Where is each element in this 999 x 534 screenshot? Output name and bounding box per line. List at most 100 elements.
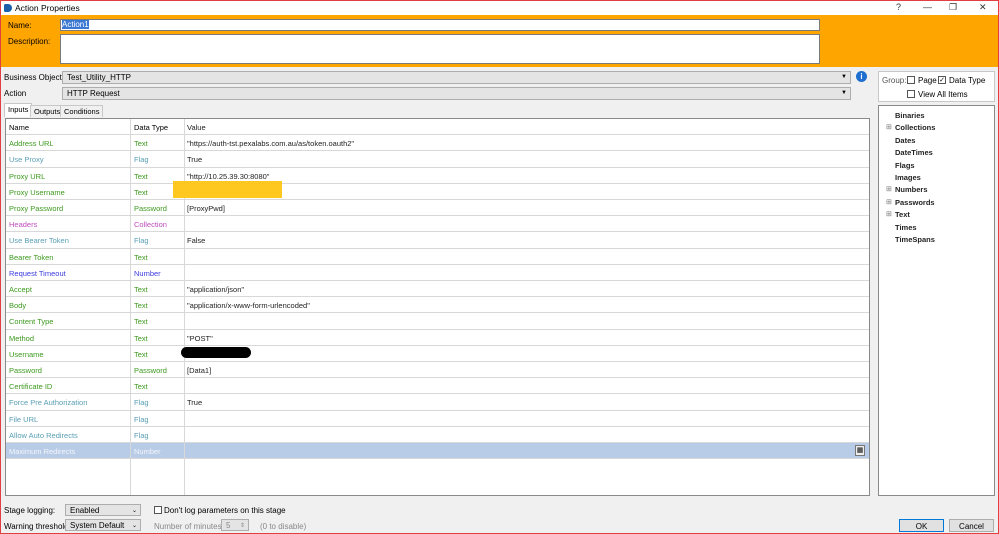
chevron-down-icon: ⌄ [131, 523, 137, 529]
group-label: Group: [882, 76, 907, 85]
tree-item[interactable]: TimeSpans [895, 235, 935, 244]
help-button[interactable]: ? [896, 2, 901, 12]
tree-item[interactable]: Numbers [895, 185, 928, 194]
table-row[interactable]: Use Proxy Flag True [6, 151, 869, 168]
table-row[interactable]: Headers Collection [6, 216, 869, 233]
param-value[interactable]: True [187, 398, 202, 407]
param-value[interactable]: "POST" [187, 334, 213, 343]
name-field[interactable]: Action1 [60, 19, 820, 31]
table-row[interactable]: Body Text "application/x-www-form-urlencod… [6, 297, 869, 314]
table-row[interactable]: Use Bearer Token Flag False [6, 232, 869, 249]
table-row[interactable]: Proxy Username Text [6, 184, 869, 200]
param-value[interactable]: [ProxyPwd] [187, 204, 225, 213]
data-type-label: Data Type [949, 76, 986, 85]
param-name: Proxy Username [9, 187, 65, 197]
param-type: Collection [134, 220, 167, 230]
view-all-checkbox[interactable] [907, 90, 915, 98]
dont-log-label: Don't log parameters on this stage [164, 506, 286, 515]
description-field[interactable] [60, 34, 820, 64]
param-value[interactable]: True [187, 155, 202, 164]
table-row[interactable]: Allow Auto Redirects Flag [6, 427, 869, 443]
param-name: Address URL [9, 139, 54, 149]
param-value[interactable]: "http://10.25.39.30:8080" [187, 172, 269, 181]
tree-item[interactable]: Flags [895, 161, 915, 170]
table-row[interactable]: Force Pre Authorization Flag True [6, 394, 869, 411]
param-type: Text [134, 349, 148, 359]
param-name: Use Bearer Token [9, 236, 69, 246]
calculator-icon[interactable]: ▦ [855, 445, 865, 456]
table-row[interactable]: Bearer Token Text [6, 249, 869, 265]
redaction-scribble [181, 347, 251, 358]
table-row[interactable]: File URL Flag [6, 411, 869, 427]
table-row[interactable]: Proxy URL Text "http://10.25.39.30:8080" [6, 168, 869, 184]
warning-threshold-value: System Default [70, 521, 125, 530]
tree-item[interactable]: Binaries [895, 111, 925, 120]
page-label: Page [918, 76, 937, 85]
minutes-stepper[interactable]: 5 ⇕ [221, 519, 249, 531]
param-type: Text [134, 301, 148, 311]
column-header-value[interactable]: Value [187, 123, 206, 132]
tree-item[interactable]: Times [895, 223, 917, 232]
param-type: Flag [134, 414, 149, 424]
param-value[interactable]: "application/json" [187, 285, 244, 294]
cancel-button[interactable]: Cancel [949, 519, 994, 532]
table-row[interactable]: Proxy Password Password [ProxyPwd] [6, 200, 869, 217]
tree-item[interactable]: Dates [895, 136, 915, 145]
param-type: Text [134, 333, 148, 343]
column-header-name[interactable]: Name [9, 123, 29, 132]
tree-item[interactable]: DateTimes [895, 148, 933, 157]
data-type-checkbox[interactable]: ✓ [938, 76, 946, 84]
table-row[interactable]: Username Text [6, 346, 869, 362]
warning-threshold-select[interactable]: System Default ⌄ [65, 519, 141, 531]
stage-logging-label: Stage logging: [4, 506, 56, 515]
business-object-value: Test_Utility_HTTP [67, 73, 132, 82]
info-icon[interactable]: i [856, 71, 867, 82]
param-type: Text [134, 252, 148, 262]
parameters-grid: Name Data Type Value Address URL Text "htt… [5, 118, 870, 496]
expand-icon[interactable]: ⊞ [886, 198, 892, 206]
param-name: Allow Auto Redirects [9, 430, 78, 440]
table-row[interactable]: Maximum Redirects Number ▦ [6, 443, 869, 460]
action-select[interactable]: HTTP Request ▼ [62, 87, 851, 100]
tab-conditions[interactable]: Conditions [60, 105, 104, 117]
expand-icon[interactable]: ⊞ [886, 185, 892, 193]
param-type: Flag [134, 155, 149, 165]
table-row[interactable]: Certificate ID Text [6, 378, 869, 395]
param-value[interactable]: [Data1] [187, 366, 211, 375]
business-object-label: Business Object [4, 73, 62, 82]
param-value[interactable]: "https://auth-tst.pexalabs.com.au/as/tok… [187, 139, 354, 148]
tree-item[interactable]: Collections [895, 123, 935, 132]
param-value[interactable]: False [187, 236, 205, 245]
dont-log-checkbox[interactable] [154, 506, 162, 514]
expand-icon[interactable]: ⊞ [886, 210, 892, 218]
ok-button[interactable]: OK [899, 519, 944, 532]
restore-button[interactable]: ❐ [949, 2, 957, 13]
param-type: Text [134, 285, 148, 294]
minimize-button[interactable]: — [923, 2, 932, 12]
param-type: Password [134, 366, 167, 375]
close-button[interactable]: ✕ [979, 2, 987, 13]
table-row[interactable]: Address URL Text "https://auth-tst.pexalab… [6, 135, 869, 152]
name-label: Name: [8, 21, 32, 30]
param-value[interactable]: "application/x-www-form-urlencoded" [187, 301, 310, 310]
grid-header: Name Data Type Value [6, 119, 869, 136]
table-row[interactable]: Content Type Text [6, 313, 869, 330]
tree-item[interactable]: Images [895, 173, 921, 182]
stepper-arrows-icon[interactable]: ⇕ [240, 522, 245, 529]
action-value: HTTP Request [67, 89, 120, 98]
expand-icon[interactable]: ⊞ [886, 123, 892, 131]
business-object-select[interactable]: Test_Utility_HTTP ▼ [62, 71, 851, 84]
tab-inputs[interactable]: Inputs [4, 103, 33, 117]
stage-logging-select[interactable]: Enabled ⌄ [65, 504, 141, 516]
table-row[interactable]: Request Timeout Number [6, 265, 869, 281]
chevron-down-icon: ⌄ [131, 508, 137, 514]
table-row[interactable]: Method Text "POST" [6, 330, 869, 346]
tree-item[interactable]: Passwords [895, 198, 935, 207]
table-row[interactable]: Password Password [Data1] [6, 362, 869, 379]
table-row[interactable]: Accept Text "application/json" [6, 281, 869, 298]
column-header-type[interactable]: Data Type [134, 123, 168, 132]
page-checkbox[interactable] [907, 76, 915, 84]
description-label: Description: [8, 37, 51, 46]
tree-item[interactable]: Text [895, 210, 910, 219]
chevron-down-icon: ▼ [841, 90, 847, 96]
